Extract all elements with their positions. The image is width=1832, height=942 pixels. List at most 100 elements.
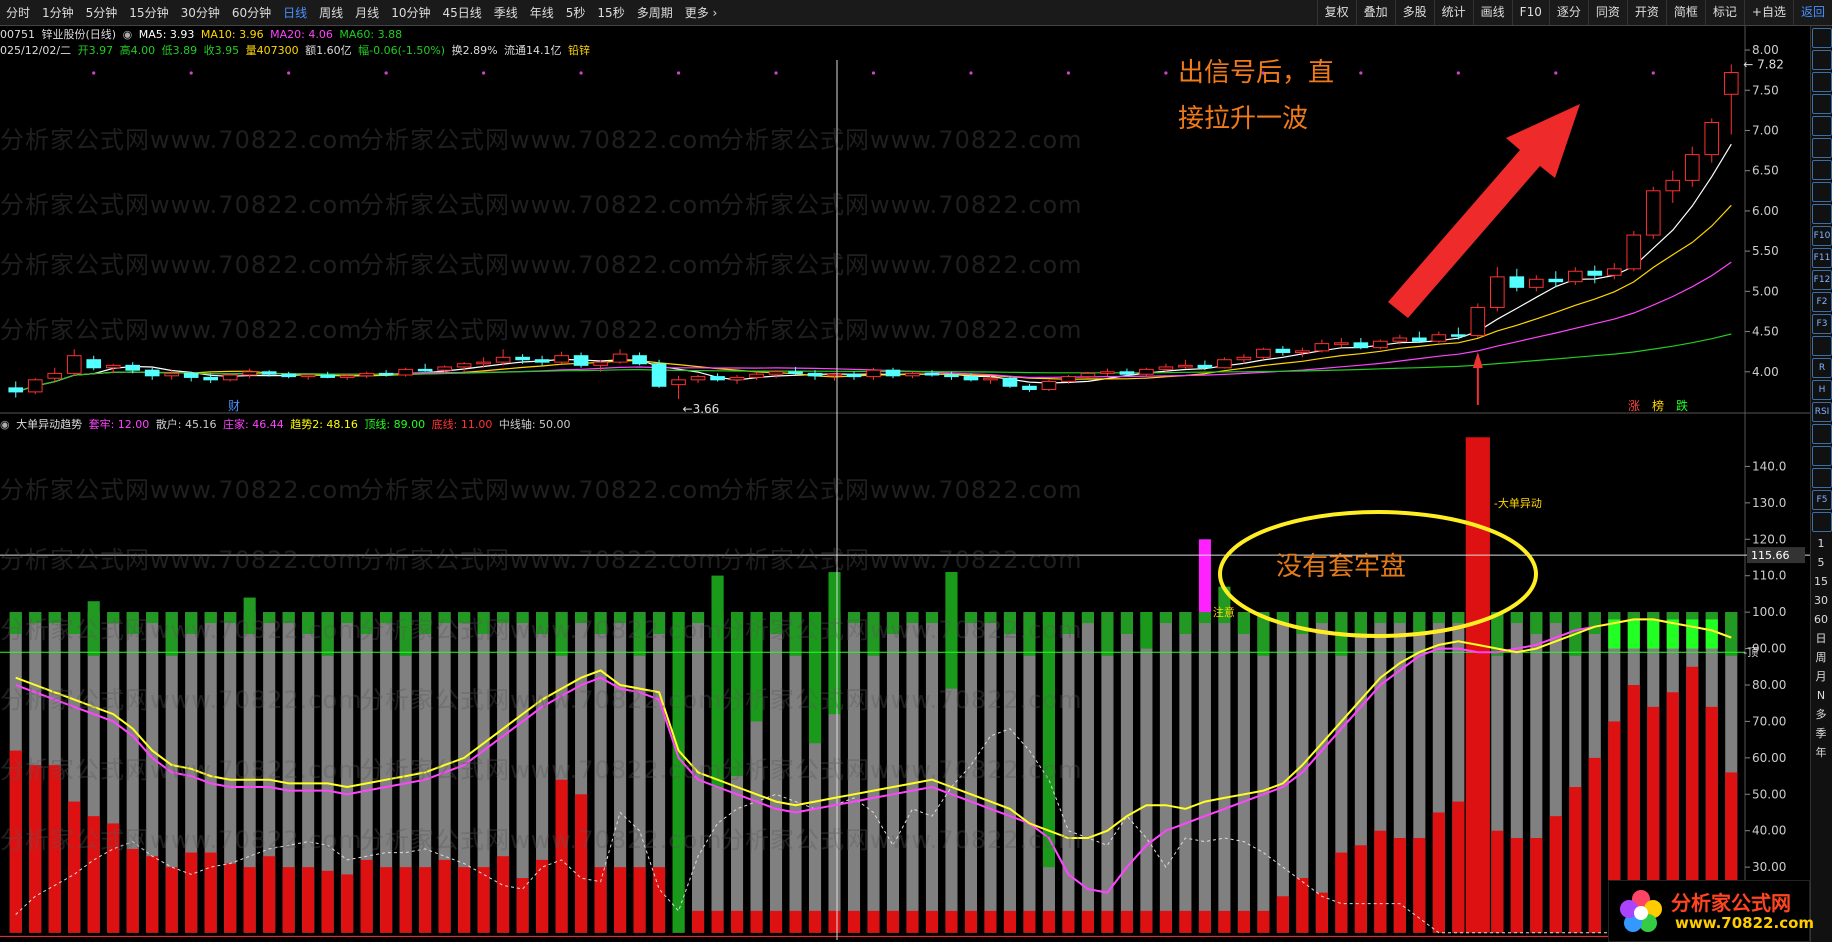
bars-icon[interactable]	[1812, 116, 1832, 136]
green-drop-bar	[672, 612, 685, 933]
signal-dot	[482, 71, 486, 75]
red-bar	[204, 852, 217, 933]
red-bar	[1179, 910, 1192, 933]
chart-canvas[interactable]: 8.00 7.50 7.00 6.50 6.00 5.50 5.00 4.50 4.00 ← 7.…	[0, 0, 1810, 942]
red-bar	[341, 874, 354, 933]
scroll-down-icon[interactable]	[1812, 50, 1832, 70]
sidebar-period-6[interactable]: 周	[1811, 648, 1831, 667]
red-bar	[458, 867, 471, 933]
sidebar-period-7[interactable]: 月	[1811, 667, 1831, 686]
grey-bar	[1003, 612, 1017, 933]
red-bar	[828, 910, 841, 933]
candle-body	[963, 376, 979, 381]
green-bar	[1393, 612, 1406, 624]
sidebar-period-4[interactable]: 60	[1811, 610, 1831, 629]
sidebar-period-11[interactable]: 年	[1811, 743, 1831, 762]
ma60-line	[15, 333, 1732, 393]
green-drop-bar	[1140, 612, 1153, 649]
red-bar	[243, 867, 256, 933]
price-axis-label: 7.00	[1752, 123, 1779, 137]
red-bar	[750, 910, 763, 933]
red-bar	[146, 856, 159, 933]
sidebar-period-0[interactable]: 1	[1811, 534, 1831, 553]
F2-icon[interactable]: F2	[1812, 292, 1832, 312]
candle-body	[281, 373, 296, 378]
red-bar	[1081, 910, 1094, 933]
clock-icon[interactable]	[1812, 336, 1832, 356]
green-bar	[867, 612, 880, 656]
candle-body	[827, 373, 842, 377]
F5-icon[interactable]: F5	[1812, 490, 1832, 510]
move-icon[interactable]	[1812, 424, 1832, 444]
grey-bar	[984, 612, 997, 933]
signal-dot	[287, 71, 291, 75]
candle-body	[671, 379, 686, 386]
red-bar	[1510, 838, 1523, 933]
red-bar	[1042, 910, 1055, 933]
candle-body	[1431, 334, 1447, 342]
grid-icon[interactable]	[1812, 72, 1832, 92]
green-bar	[165, 612, 178, 656]
red-bar	[1140, 910, 1153, 933]
scroll-up-icon[interactable]	[1812, 28, 1832, 48]
sidebar-period-9[interactable]: 多	[1811, 705, 1831, 724]
sidebar-period-3[interactable]: 30	[1811, 591, 1831, 610]
H-icon[interactable]: H	[1812, 380, 1832, 400]
F10-icon[interactable]: F10	[1812, 226, 1832, 246]
flower-logo-icon	[1620, 890, 1662, 932]
sidebar-period-1[interactable]: 5	[1811, 553, 1831, 572]
sidebar-period-10[interactable]: 季	[1811, 724, 1831, 743]
green-bar	[1198, 612, 1211, 624]
save-icon[interactable]	[1812, 512, 1832, 532]
candle-body	[417, 368, 433, 372]
green-bar	[1101, 612, 1114, 656]
chart-icon[interactable]	[1812, 160, 1832, 180]
pen-icon[interactable]	[1812, 446, 1832, 466]
green-bar	[925, 612, 939, 624]
sidebar-period-5[interactable]: 日	[1811, 629, 1831, 648]
red-bar	[107, 823, 120, 933]
grey-bar	[1198, 612, 1211, 933]
candle-body	[944, 374, 959, 378]
green-bar	[126, 612, 139, 634]
candle-body	[573, 355, 589, 366]
red-bar	[87, 816, 100, 933]
signal-dot	[774, 71, 778, 75]
big-red-arrow	[1388, 104, 1580, 318]
signal-arrow-head	[1472, 352, 1483, 368]
sidebar-period-2[interactable]: 15	[1811, 572, 1831, 591]
red-bar	[1159, 910, 1172, 933]
red-bar	[1315, 892, 1328, 933]
red-bar	[1335, 852, 1348, 933]
doc-icon[interactable]	[1812, 204, 1832, 224]
trend-icon[interactable]	[1812, 182, 1832, 202]
candle-body	[47, 372, 63, 379]
ind-axis-label: 110.0	[1752, 569, 1786, 583]
red-bar	[594, 867, 607, 933]
candle-body	[261, 371, 277, 375]
sidebar-period-8[interactable]: N	[1811, 686, 1831, 705]
candle-body	[866, 369, 881, 378]
kline-icon[interactable]	[1812, 138, 1832, 158]
green-drop-bar	[808, 612, 822, 744]
candle-body	[1509, 276, 1525, 288]
green-bar	[458, 612, 471, 624]
R-icon[interactable]: R	[1812, 358, 1832, 378]
list-icon[interactable]	[1812, 94, 1832, 114]
F11-icon[interactable]: F11	[1812, 248, 1832, 268]
RSI-icon[interactable]: RSI	[1812, 402, 1832, 422]
pencil-icon[interactable]	[1812, 468, 1832, 488]
grey-bar	[1140, 612, 1153, 933]
F3-icon[interactable]: F3	[1812, 314, 1832, 334]
green-bar	[536, 612, 549, 634]
candle-body	[1178, 364, 1193, 368]
price-axis-label: 6.00	[1752, 204, 1779, 218]
F12-icon[interactable]: F12	[1812, 270, 1832, 290]
candle-body	[1704, 121, 1720, 156]
red-bar	[516, 878, 529, 933]
price-axis-label: 8.00	[1752, 43, 1779, 57]
price-axis-label: 4.00	[1752, 365, 1779, 379]
green-bar	[1237, 612, 1250, 634]
green-bar	[9, 612, 22, 634]
candle-body	[1217, 359, 1232, 369]
